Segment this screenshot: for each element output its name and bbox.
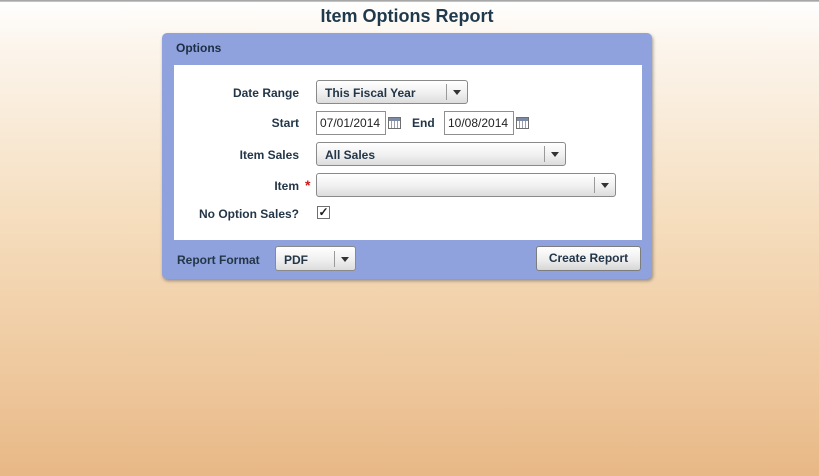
date-range-label: Date Range [232,86,299,100]
item-sales-label: Item Sales [239,148,299,162]
select-divider [334,251,335,267]
date-range-value: This Fiscal Year [325,86,416,100]
report-format-value: PDF [284,253,308,267]
top-border [0,0,819,2]
end-date-input[interactable]: 10/08/2014 [444,111,514,135]
start-label: Start [271,116,299,130]
no-option-sales-label: No Option Sales? [198,207,299,221]
create-report-button[interactable]: Create Report [536,246,641,271]
chevron-down-icon[interactable] [453,90,461,95]
page-title: Item Options Report [320,6,494,26]
report-format-select[interactable]: PDF [275,246,356,271]
chevron-down-icon[interactable] [341,257,349,262]
item-label: Item [274,179,299,193]
select-divider [594,177,595,193]
item-select[interactable] [316,173,616,197]
end-label: End [412,116,435,130]
select-divider [446,84,447,100]
item-sales-select[interactable]: All Sales [316,142,566,166]
options-form: Date Range This Fiscal Year Start 07/01/… [174,65,642,240]
chevron-down-icon[interactable] [601,183,609,188]
calendar-icon[interactable] [388,117,401,129]
select-divider [544,146,545,162]
chevron-down-icon[interactable] [551,152,559,157]
no-option-sales-checkbox[interactable]: ✓ [317,206,330,219]
calendar-icon[interactable] [516,117,529,129]
item-sales-value: All Sales [325,148,376,162]
start-date-input[interactable]: 07/01/2014 [316,111,386,135]
report-format-label: Report Format [177,253,260,267]
date-range-select[interactable]: This Fiscal Year [316,80,468,104]
required-indicator: * [305,177,311,193]
options-panel: Options Date Range This Fiscal Year Star… [162,33,652,279]
panel-header: Options [176,41,222,55]
